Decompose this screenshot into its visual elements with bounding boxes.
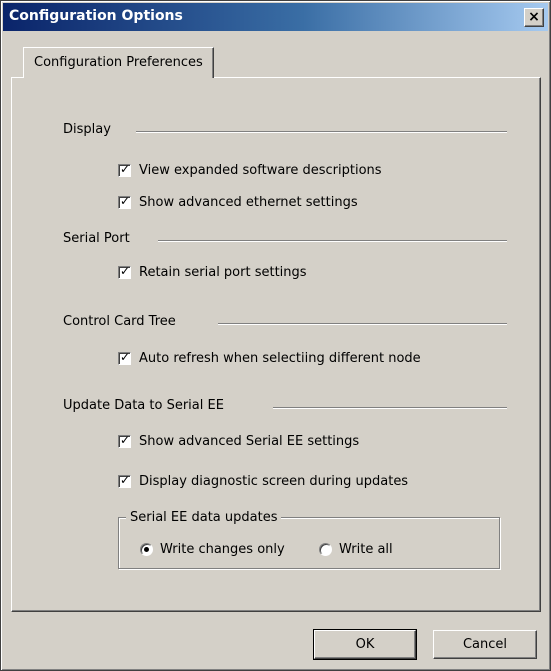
check-icon: ✓: [120, 161, 131, 176]
group-title: Serial EE data updates: [126, 510, 282, 525]
close-button[interactable]: ×: [524, 8, 544, 27]
checkbox-box[interactable]: ✓: [118, 161, 131, 177]
section-title-control-card-tree: Control Card Tree: [63, 314, 176, 329]
check-icon: ✓: [120, 432, 131, 447]
radio-selected-dot: [144, 546, 149, 552]
radio-button[interactable]: [319, 542, 332, 556]
radio-write-changes-only[interactable]: Write changes only: [140, 540, 285, 558]
title-bar[interactable]: Configuration Options ×: [3, 3, 548, 31]
tab-configuration-preferences[interactable]: Configuration Preferences: [23, 47, 214, 78]
radio-write-all[interactable]: Write all: [319, 540, 393, 558]
checkbox-label: Show advanced Serial EE settings: [139, 433, 360, 449]
section-title-serial-port: Serial Port: [63, 231, 130, 246]
checkbox-box[interactable]: ✓: [118, 432, 131, 448]
check-icon: ✓: [120, 193, 131, 208]
section-divider: [218, 323, 507, 325]
section-divider: [273, 407, 507, 409]
checkbox-label: Auto refresh when selectiing different n…: [139, 350, 421, 366]
section-divider: [136, 131, 507, 133]
checkbox-show-advanced-ethernet[interactable]: ✓ Show advanced ethernet settings: [118, 193, 358, 211]
close-icon: ×: [528, 9, 540, 25]
check-icon: ✓: [120, 472, 131, 487]
checkbox-label: View expanded software descriptions: [139, 162, 382, 178]
section-divider: [158, 240, 507, 242]
tab-label: Configuration Preferences: [34, 55, 203, 70]
radio-label: Write all: [339, 541, 393, 557]
checkbox-auto-refresh[interactable]: ✓ Auto refresh when selectiing different…: [118, 349, 421, 367]
dialog-window: Configuration Options × Configuration Pr…: [0, 0, 551, 671]
checkbox-box[interactable]: ✓: [118, 263, 131, 279]
radio-button[interactable]: [140, 542, 153, 556]
checkbox-label: Display diagnostic screen during updates: [139, 473, 409, 489]
checkbox-view-expanded-descriptions[interactable]: ✓ View expanded software descriptions: [118, 161, 382, 179]
checkbox-label: Retain serial port settings: [139, 264, 307, 280]
checkbox-box[interactable]: ✓: [118, 349, 131, 365]
radio-label: Write changes only: [160, 541, 285, 557]
cancel-button[interactable]: Cancel: [433, 630, 537, 659]
check-icon: ✓: [120, 349, 131, 364]
checkbox-show-advanced-serial-ee[interactable]: ✓ Show advanced Serial EE settings: [118, 432, 359, 450]
checkbox-box[interactable]: ✓: [118, 472, 131, 488]
checkbox-label: Show advanced ethernet settings: [139, 194, 358, 210]
ok-button[interactable]: OK: [313, 629, 417, 660]
checkbox-retain-serial-port[interactable]: ✓ Retain serial port settings: [118, 263, 307, 281]
check-icon: ✓: [120, 263, 131, 278]
window-title: Configuration Options: [9, 8, 183, 24]
checkbox-box[interactable]: ✓: [118, 193, 131, 209]
section-title-update-data: Update Data to Serial EE: [63, 398, 224, 413]
section-title-display: Display: [63, 122, 111, 137]
checkbox-display-diagnostic-screen[interactable]: ✓ Display diagnostic screen during updat…: [118, 472, 408, 490]
